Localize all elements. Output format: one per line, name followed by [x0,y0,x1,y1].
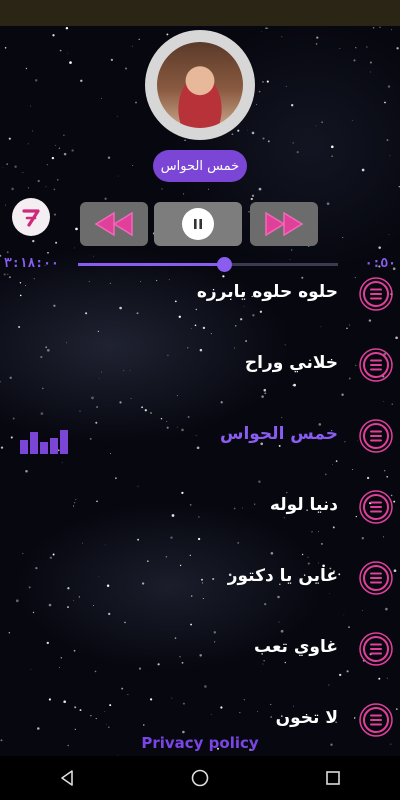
back-button[interactable] [47,758,87,798]
track-item[interactable]: دنيا لوله [0,483,400,533]
seven-logo-icon [22,209,40,227]
seek-bar[interactable] [78,257,338,272]
track-item[interactable]: غاوي تعب [0,625,400,675]
navigation-bar [0,756,400,800]
playback-controls [80,202,318,246]
artist-avatar-frame [145,30,255,140]
track-title: خلاني وراح [244,353,338,373]
seek-progress [78,263,224,266]
home-icon [191,769,209,787]
artist-label[interactable]: خمس الحواس [153,150,247,182]
menu-icon[interactable] [358,347,394,383]
menu-icon[interactable] [358,560,394,596]
avatar [157,42,243,128]
track-title: خمس الحواس [219,424,338,444]
back-icon [60,770,73,786]
track-title: حلوه حلوه يابرزه [196,282,338,302]
track-title: غاوي تعب [253,637,338,657]
pause-icon [182,208,214,240]
menu-icon[interactable] [358,702,394,738]
track-item[interactable]: خمس الحواس [0,412,400,462]
next-button[interactable] [250,202,318,246]
player-screen: خمس الحواس ٣:١٨:٠٠ ٠:٥٠ حلوه حلوه يابرزه… [0,26,400,756]
menu-icon[interactable] [358,489,394,525]
track-title: عاين يا دكتور [227,566,338,586]
privacy-policy-link[interactable]: Privacy policy [0,734,400,752]
previous-icon [94,211,133,237]
recents-icon [326,771,341,785]
app-logo[interactable] [12,198,50,236]
track-title: لا تخون [275,708,338,728]
track-item[interactable]: خلاني وراح [0,341,400,391]
current-time: ٠:٥٠ [364,256,396,271]
track-title: دنيا لوله [269,495,338,515]
track-item[interactable]: عاين يا دكتور [0,554,400,604]
status-bar [0,0,400,26]
menu-icon[interactable] [358,631,394,667]
play-pause-button[interactable] [154,202,242,246]
menu-icon[interactable] [358,418,394,454]
next-icon [265,211,304,237]
previous-button[interactable] [80,202,148,246]
track-item[interactable]: حلوه حلوه يابرزه [0,270,400,320]
recents-button[interactable] [313,758,353,798]
total-time: ٣:١٨:٠٠ [4,256,59,271]
menu-icon[interactable] [358,276,394,312]
home-button[interactable] [180,758,220,798]
